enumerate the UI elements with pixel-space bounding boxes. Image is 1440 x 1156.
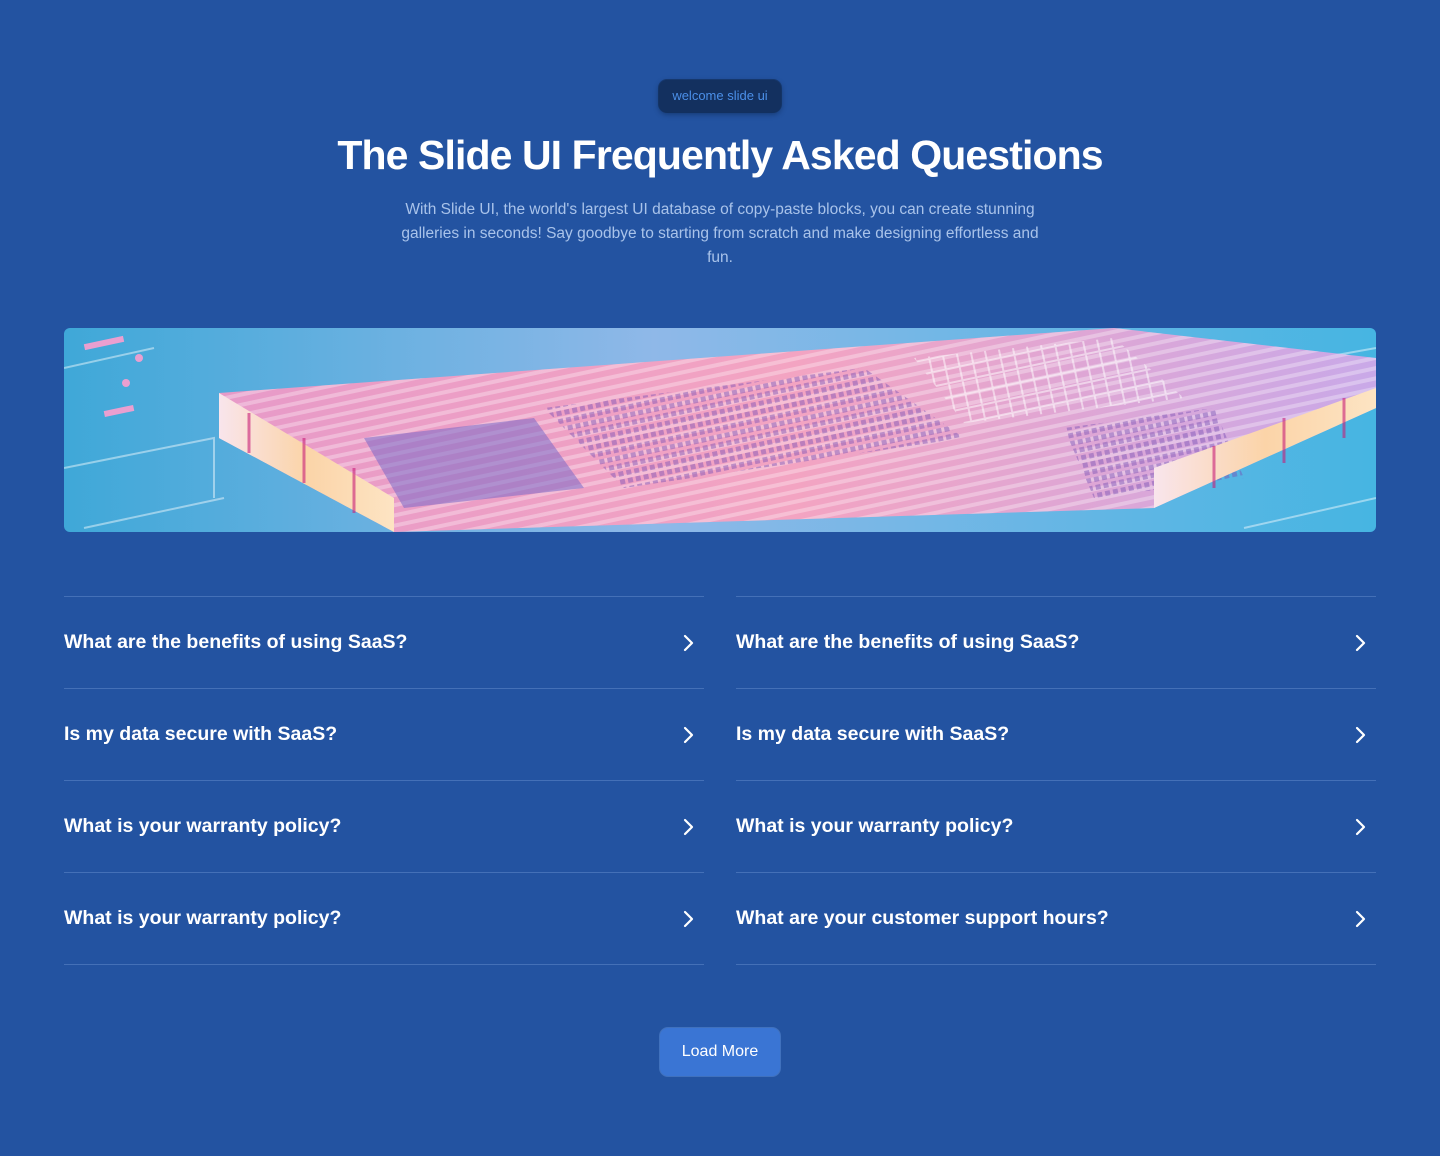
chevron-right-icon bbox=[1350, 909, 1370, 929]
chevron-right-icon bbox=[1350, 817, 1370, 837]
chevron-right-icon bbox=[1350, 725, 1370, 745]
hero-banner-image bbox=[64, 328, 1376, 532]
faq-item[interactable]: What is your warranty policy? bbox=[736, 781, 1376, 873]
chevron-right-icon bbox=[678, 909, 698, 929]
faq-question: What are the benefits of using SaaS? bbox=[64, 631, 408, 653]
faq-item[interactable]: What are your customer support hours? bbox=[736, 873, 1376, 965]
circuit-board-illustration bbox=[64, 328, 1376, 532]
chevron-right-icon bbox=[678, 725, 698, 745]
faq-column-left: What are the benefits of using SaaS? Is … bbox=[64, 596, 704, 965]
chevron-right-icon bbox=[678, 817, 698, 837]
faq-question: Is my data secure with SaaS? bbox=[64, 723, 338, 745]
faq-question: What is your warranty policy? bbox=[64, 815, 342, 837]
page-title: The Slide UI Frequently Asked Questions bbox=[337, 132, 1103, 178]
page-description: With Slide UI, the world's largest UI da… bbox=[401, 201, 1039, 266]
faq-question: Is my data secure with SaaS? bbox=[736, 723, 1010, 745]
faq-item[interactable]: What is your warranty policy? bbox=[64, 781, 704, 873]
chevron-right-icon bbox=[678, 633, 698, 653]
welcome-badge: welcome slide ui bbox=[659, 80, 781, 112]
faq-question: What is your warranty policy? bbox=[736, 815, 1014, 837]
hero-section: welcome slide ui The Slide UI Frequently… bbox=[0, 0, 1440, 270]
faq-item[interactable]: What is your warranty policy? bbox=[64, 873, 704, 965]
faq-item[interactable]: What are the benefits of using SaaS? bbox=[64, 597, 704, 689]
faq-column-right: What are the benefits of using SaaS? Is … bbox=[736, 596, 1376, 965]
faq-question: What are the benefits of using SaaS? bbox=[736, 631, 1080, 653]
chevron-right-icon bbox=[1350, 633, 1370, 653]
faq-item[interactable]: Is my data secure with SaaS? bbox=[736, 689, 1376, 781]
load-more-container: Load More bbox=[0, 1028, 1440, 1076]
faq-question: What is your warranty policy? bbox=[64, 907, 342, 929]
load-more-button[interactable]: Load More bbox=[660, 1028, 780, 1076]
faq-item[interactable]: What are the benefits of using SaaS? bbox=[736, 597, 1376, 689]
faq-question: What are your customer support hours? bbox=[736, 907, 1109, 929]
faq-section: What are the benefits of using SaaS? Is … bbox=[64, 596, 1376, 965]
faq-item[interactable]: Is my data secure with SaaS? bbox=[64, 689, 704, 781]
